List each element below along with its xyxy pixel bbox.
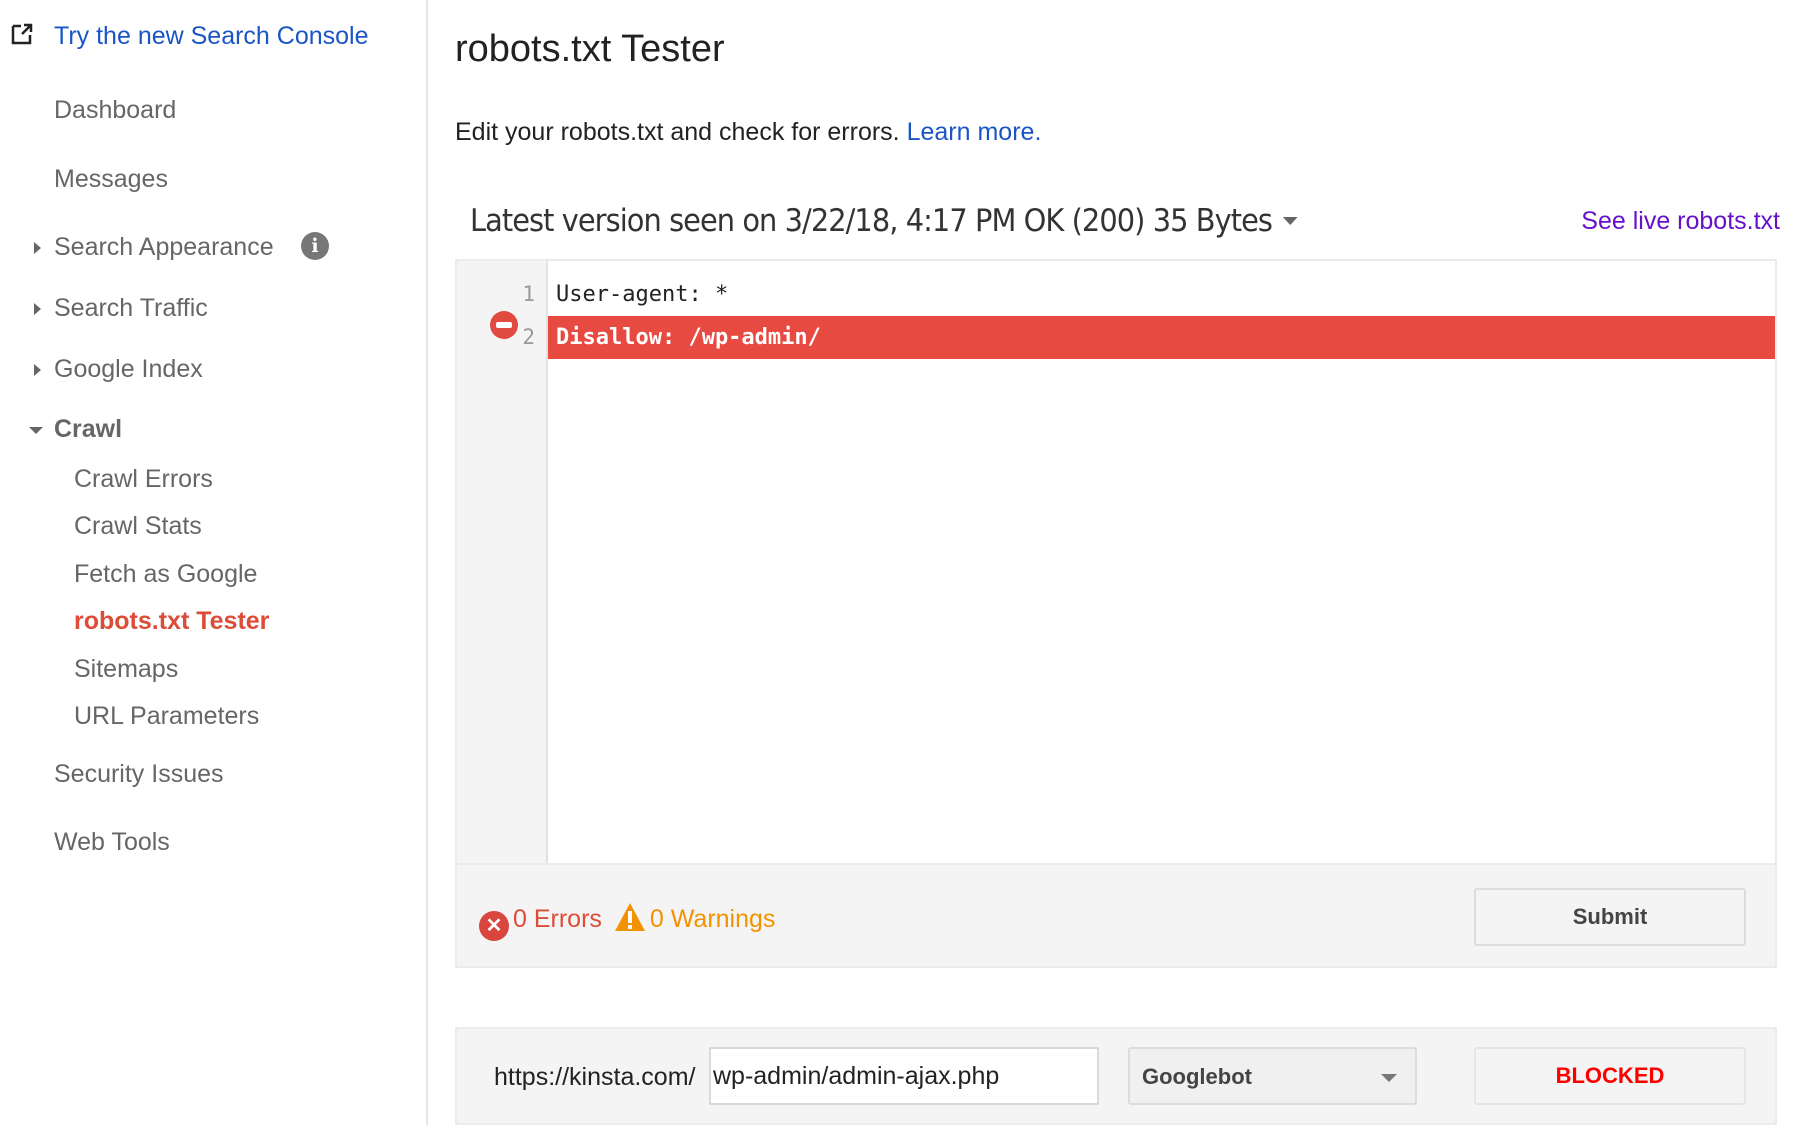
sidebar-item-search-appearance[interactable]: Search Appearance i bbox=[34, 232, 329, 262]
validation-counts: ✕ 0 Errors 0 Warnings bbox=[479, 902, 775, 941]
submit-button[interactable]: Submit bbox=[1474, 888, 1746, 946]
collapse-arrow-icon bbox=[29, 427, 43, 434]
user-agent-select[interactable]: Googlebot bbox=[1128, 1047, 1417, 1105]
sidebar-item-google-index[interactable]: Google Index bbox=[34, 355, 203, 384]
url-test-bar: https://kinsta.com/ Googlebot BLOCKED bbox=[455, 1027, 1777, 1125]
code-line[interactable]: User-agent: * bbox=[548, 273, 1775, 316]
expand-arrow-icon bbox=[34, 242, 41, 254]
sidebar-item-search-traffic[interactable]: Search Traffic bbox=[34, 294, 208, 323]
sidebar-item-security-issues[interactable]: Security Issues bbox=[54, 760, 224, 789]
sidebar-item-label: Search Appearance bbox=[54, 233, 274, 261]
dropdown-caret-icon bbox=[1381, 1074, 1397, 1082]
test-result-button[interactable]: BLOCKED bbox=[1474, 1047, 1746, 1105]
error-count: 0 Errors bbox=[513, 905, 602, 933]
test-url-input[interactable] bbox=[709, 1047, 1099, 1105]
sidebar-item-url-parameters[interactable]: URL Parameters bbox=[74, 702, 259, 731]
description-text: Edit your robots.txt and check for error… bbox=[455, 118, 900, 146]
line-number: 1 bbox=[522, 282, 535, 306]
page-description: Edit your robots.txt and check for error… bbox=[455, 118, 1041, 147]
url-prefix: https://kinsta.com/ bbox=[494, 1063, 696, 1091]
expand-arrow-icon bbox=[34, 364, 41, 376]
sidebar-item-messages[interactable]: Messages bbox=[54, 165, 168, 194]
sidebar-item-crawl[interactable]: Crawl bbox=[29, 415, 123, 444]
see-live-robots-link[interactable]: See live robots.txt bbox=[1581, 207, 1780, 236]
sidebar-item-crawl-errors[interactable]: Crawl Errors bbox=[74, 465, 213, 494]
error-icon: ✕ bbox=[479, 911, 509, 941]
page-title: robots.txt Tester bbox=[455, 28, 725, 70]
version-dropdown[interactable]: Latest version seen on 3/22/18, 4:17 PM … bbox=[470, 203, 1299, 239]
sidebar-item-label: Google Index bbox=[54, 355, 203, 383]
try-new-search-console-link[interactable]: Try the new Search Console bbox=[10, 22, 369, 51]
sidebar-item-label: Crawl bbox=[54, 415, 123, 443]
validation-status-bar: ✕ 0 Errors 0 Warnings Submit bbox=[455, 865, 1777, 968]
sidebar-item-sitemaps[interactable]: Sitemaps bbox=[74, 655, 178, 684]
user-agent-value: Googlebot bbox=[1142, 1064, 1252, 1089]
external-link-icon bbox=[11, 23, 33, 45]
version-label: Latest version seen on 3/22/18, 4:17 PM … bbox=[470, 203, 1273, 239]
line-number: 2 bbox=[522, 325, 535, 349]
sidebar-item-fetch-as-google[interactable]: Fetch as Google bbox=[74, 560, 257, 589]
code-line-highlighted[interactable]: Disallow: /wp-admin/ bbox=[548, 316, 1775, 359]
line-number-gutter: 1 2 bbox=[457, 261, 548, 863]
learn-more-link[interactable]: Learn more. bbox=[907, 118, 1042, 146]
sidebar-item-robots-txt-tester[interactable]: robots.txt Tester bbox=[74, 607, 269, 636]
warning-count: 0 Warnings bbox=[649, 905, 776, 933]
sidebar: Try the new Search Console Dashboard Mes… bbox=[0, 0, 428, 1125]
dropdown-caret-icon bbox=[1283, 217, 1299, 225]
robots-txt-editor[interactable]: 1 2 User-agent: * Disallow: /wp-admin/ bbox=[455, 259, 1777, 865]
sidebar-item-dashboard[interactable]: Dashboard bbox=[54, 96, 176, 125]
try-new-search-console-label: Try the new Search Console bbox=[54, 22, 369, 50]
sidebar-item-crawl-stats[interactable]: Crawl Stats bbox=[74, 512, 202, 541]
expand-arrow-icon bbox=[34, 303, 41, 315]
info-icon[interactable]: i bbox=[301, 232, 329, 260]
warning-icon bbox=[614, 903, 645, 931]
sidebar-item-label: Search Traffic bbox=[54, 294, 208, 322]
sidebar-item-web-tools[interactable]: Web Tools bbox=[54, 828, 170, 857]
